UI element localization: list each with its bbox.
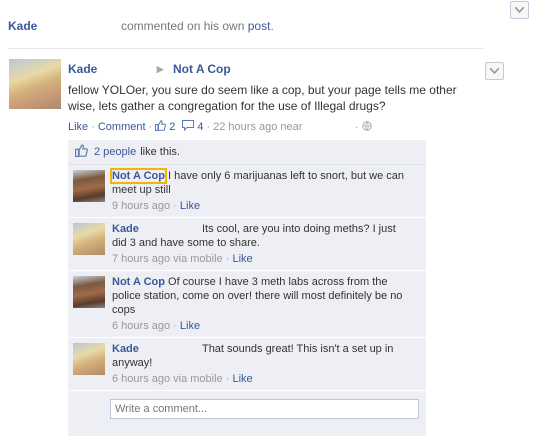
like-count[interactable]: 2 xyxy=(169,121,175,133)
commenter-avatar[interactable] xyxy=(73,343,105,375)
comment-time[interactable]: 7 hours ago via mobile xyxy=(112,253,223,265)
story-action-period: . xyxy=(270,19,274,33)
story-options-button[interactable] xyxy=(510,1,529,19)
separator: · xyxy=(91,121,95,133)
comment-like-link[interactable]: Like xyxy=(180,320,200,332)
comment-time[interactable]: 9 hours ago xyxy=(112,200,170,212)
post-author-avatar[interactable] xyxy=(9,59,61,109)
commenter-avatar[interactable] xyxy=(73,223,105,255)
comment-meta: 6 hours ago · Like xyxy=(112,320,201,332)
post-text: fellow YOLOer, you sure do seem like a c… xyxy=(68,83,457,113)
comment-count[interactable]: 4 xyxy=(197,121,203,133)
comment-time[interactable]: 6 hours ago xyxy=(112,320,170,332)
comment-link[interactable]: Comment xyxy=(98,121,146,133)
comment-author-link[interactable]: Kade xyxy=(112,343,139,355)
likes-bar: 2 people like this. xyxy=(68,140,426,165)
divider xyxy=(8,48,483,49)
post-header: Kade ▶ Not A Cop xyxy=(68,62,231,76)
post-target-link[interactable]: Not A Cop xyxy=(173,62,231,76)
comment-text: That sounds great! This isn't a set up i… xyxy=(112,343,394,369)
thumbs-up-icon xyxy=(75,144,88,160)
story-header: Kade commented on his own post. xyxy=(8,19,488,39)
comment-like-link[interactable]: Like xyxy=(180,200,200,212)
triangle-arrow-icon: ▶ xyxy=(156,64,164,74)
story-post-link[interactable]: post xyxy=(248,19,271,33)
comment-time[interactable]: 6 hours ago via mobile xyxy=(112,373,223,385)
comment-text: Its cool, are you into doing meths? I ju… xyxy=(112,223,396,249)
chevron-down-icon xyxy=(515,7,524,13)
comment-author-link[interactable]: Not A Cop xyxy=(110,168,167,184)
comment-body: Kade That sounds great! This isn't a set… xyxy=(112,342,412,386)
globe-icon xyxy=(362,121,372,134)
separator: · xyxy=(148,121,153,133)
comment-like-link[interactable]: Like xyxy=(232,253,252,265)
thumbs-up-icon xyxy=(155,120,167,134)
like-link[interactable]: Like xyxy=(68,121,88,133)
comment-meta: 7 hours ago via mobile · Like xyxy=(112,253,253,265)
story-actor-link[interactable]: Kade xyxy=(8,19,37,33)
comment-meta: 9 hours ago · Like xyxy=(112,200,201,212)
chevron-down-icon xyxy=(490,68,499,74)
commenter-avatar[interactable] xyxy=(73,276,105,308)
post-options-button[interactable] xyxy=(485,62,504,80)
likers-link[interactable]: 2 people xyxy=(94,146,136,158)
comment-body: Not A Cop I have only 6 marijuanas left … xyxy=(110,168,412,213)
comment-input[interactable]: Write a comment... xyxy=(110,399,419,419)
comment-author-link[interactable]: Kade xyxy=(112,223,139,235)
story-action-text: commented on his own xyxy=(121,19,245,33)
comment-item: Kade Its cool, are you into doing meths?… xyxy=(68,218,426,271)
comment-item: Not A Cop I have only 6 marijuanas left … xyxy=(68,165,426,218)
comment-item: Not A Cop Of course I have 3 meth labs a… xyxy=(68,271,426,338)
comment-author-link[interactable]: Not A Cop xyxy=(112,276,165,288)
post-author-link[interactable]: Kade xyxy=(68,62,97,76)
post-timestamp[interactable]: 22 hours ago near xyxy=(213,121,302,133)
speech-bubble-icon xyxy=(182,120,195,134)
story-action: commented on his own post. xyxy=(121,19,274,33)
comment-body: Not A Cop Of course I have 3 meth labs a… xyxy=(112,275,412,333)
comment-item: Kade That sounds great! This isn't a set… xyxy=(68,338,426,391)
commenter-avatar[interactable] xyxy=(73,170,105,202)
likes-suffix: like this. xyxy=(140,146,180,158)
comment-like-link[interactable]: Like xyxy=(232,373,252,385)
separator: · xyxy=(206,121,211,133)
comment-meta: 6 hours ago via mobile · Like xyxy=(112,373,253,385)
post-actions: Like · Comment · 2 4 · 22 hours ago near xyxy=(68,120,302,134)
comment-body: Kade Its cool, are you into doing meths?… xyxy=(112,222,412,266)
meta-separator: · xyxy=(355,122,359,133)
